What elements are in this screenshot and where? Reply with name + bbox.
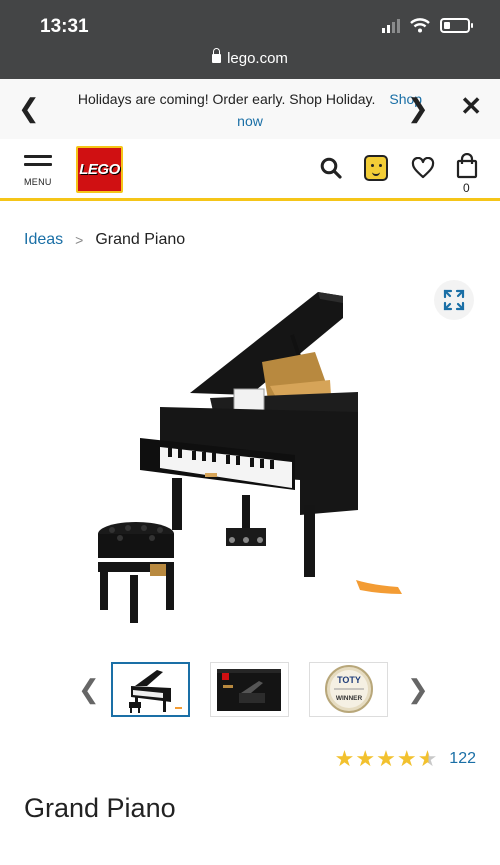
url-text: lego.com <box>227 50 288 67</box>
breadcrumb-chevron-icon: > <box>75 232 84 248</box>
vip-minifig-icon[interactable] <box>364 155 388 181</box>
breadcrumb: Ideas > Grand Piano <box>24 231 185 249</box>
logo-text: LEGO <box>79 161 120 178</box>
lock-icon <box>212 48 222 63</box>
promo-message: Holidays are coming! Order early. Shop H… <box>70 88 430 132</box>
close-icon[interactable]: ✕ <box>460 93 482 119</box>
half-star-icon: ★ <box>417 746 438 771</box>
site-header: MENU LEGO 0 <box>0 139 500 201</box>
lego-logo[interactable]: LEGO <box>76 146 123 193</box>
address-bar[interactable]: lego.com <box>0 48 500 67</box>
toty-badge-title: TOTY <box>337 675 361 685</box>
browser-top-bar: 13:31 lego.com <box>0 0 500 79</box>
heart-icon[interactable] <box>411 157 435 179</box>
breadcrumb-current: Grand Piano <box>95 231 186 248</box>
star-icon: ★ <box>396 746 417 771</box>
star-icon: ★ <box>334 746 355 771</box>
bag-count: 0 <box>463 181 470 195</box>
thumbs-prev-chevron-icon[interactable]: ❮ <box>78 676 100 702</box>
battery-icon <box>440 18 473 33</box>
menu-label: MENU <box>24 177 52 187</box>
signal-icon <box>382 18 400 33</box>
product-rating[interactable]: ★ ★ ★ ★ ★ 122 <box>335 748 476 770</box>
promo-text: Holidays are coming! Order early. Shop H… <box>77 91 376 107</box>
rating-stars: ★ ★ ★ ★ ★ <box>335 748 438 770</box>
thumbnail-piano[interactable] <box>111 662 190 717</box>
promo-next-chevron-icon[interactable]: ❯ <box>407 95 429 121</box>
product-title: Grand Piano <box>24 793 176 823</box>
status-time: 13:31 <box>40 16 89 37</box>
breadcrumb-ideas-link[interactable]: Ideas <box>24 231 63 249</box>
rating-count[interactable]: 122 <box>449 750 476 768</box>
toty-badge-label: WINNER <box>336 695 363 702</box>
star-icon: ★ <box>376 746 396 771</box>
status-icons <box>382 18 473 33</box>
star-icon: ★ <box>355 746 376 771</box>
thumbnail-toty-badge[interactable]: TOTY WINNER <box>309 662 388 717</box>
menu-button[interactable] <box>24 155 52 171</box>
thumbnail-box[interactable] <box>210 662 289 717</box>
promo-prev-chevron-icon[interactable]: ❮ <box>18 95 40 121</box>
product-image-piano[interactable] <box>0 270 500 650</box>
thumbs-next-chevron-icon[interactable]: ❯ <box>407 676 429 702</box>
search-icon[interactable] <box>320 157 342 179</box>
wifi-icon <box>410 18 430 33</box>
promo-banner: ❮ Holidays are coming! Order early. Shop… <box>0 79 500 139</box>
bag-icon[interactable] <box>456 153 478 179</box>
